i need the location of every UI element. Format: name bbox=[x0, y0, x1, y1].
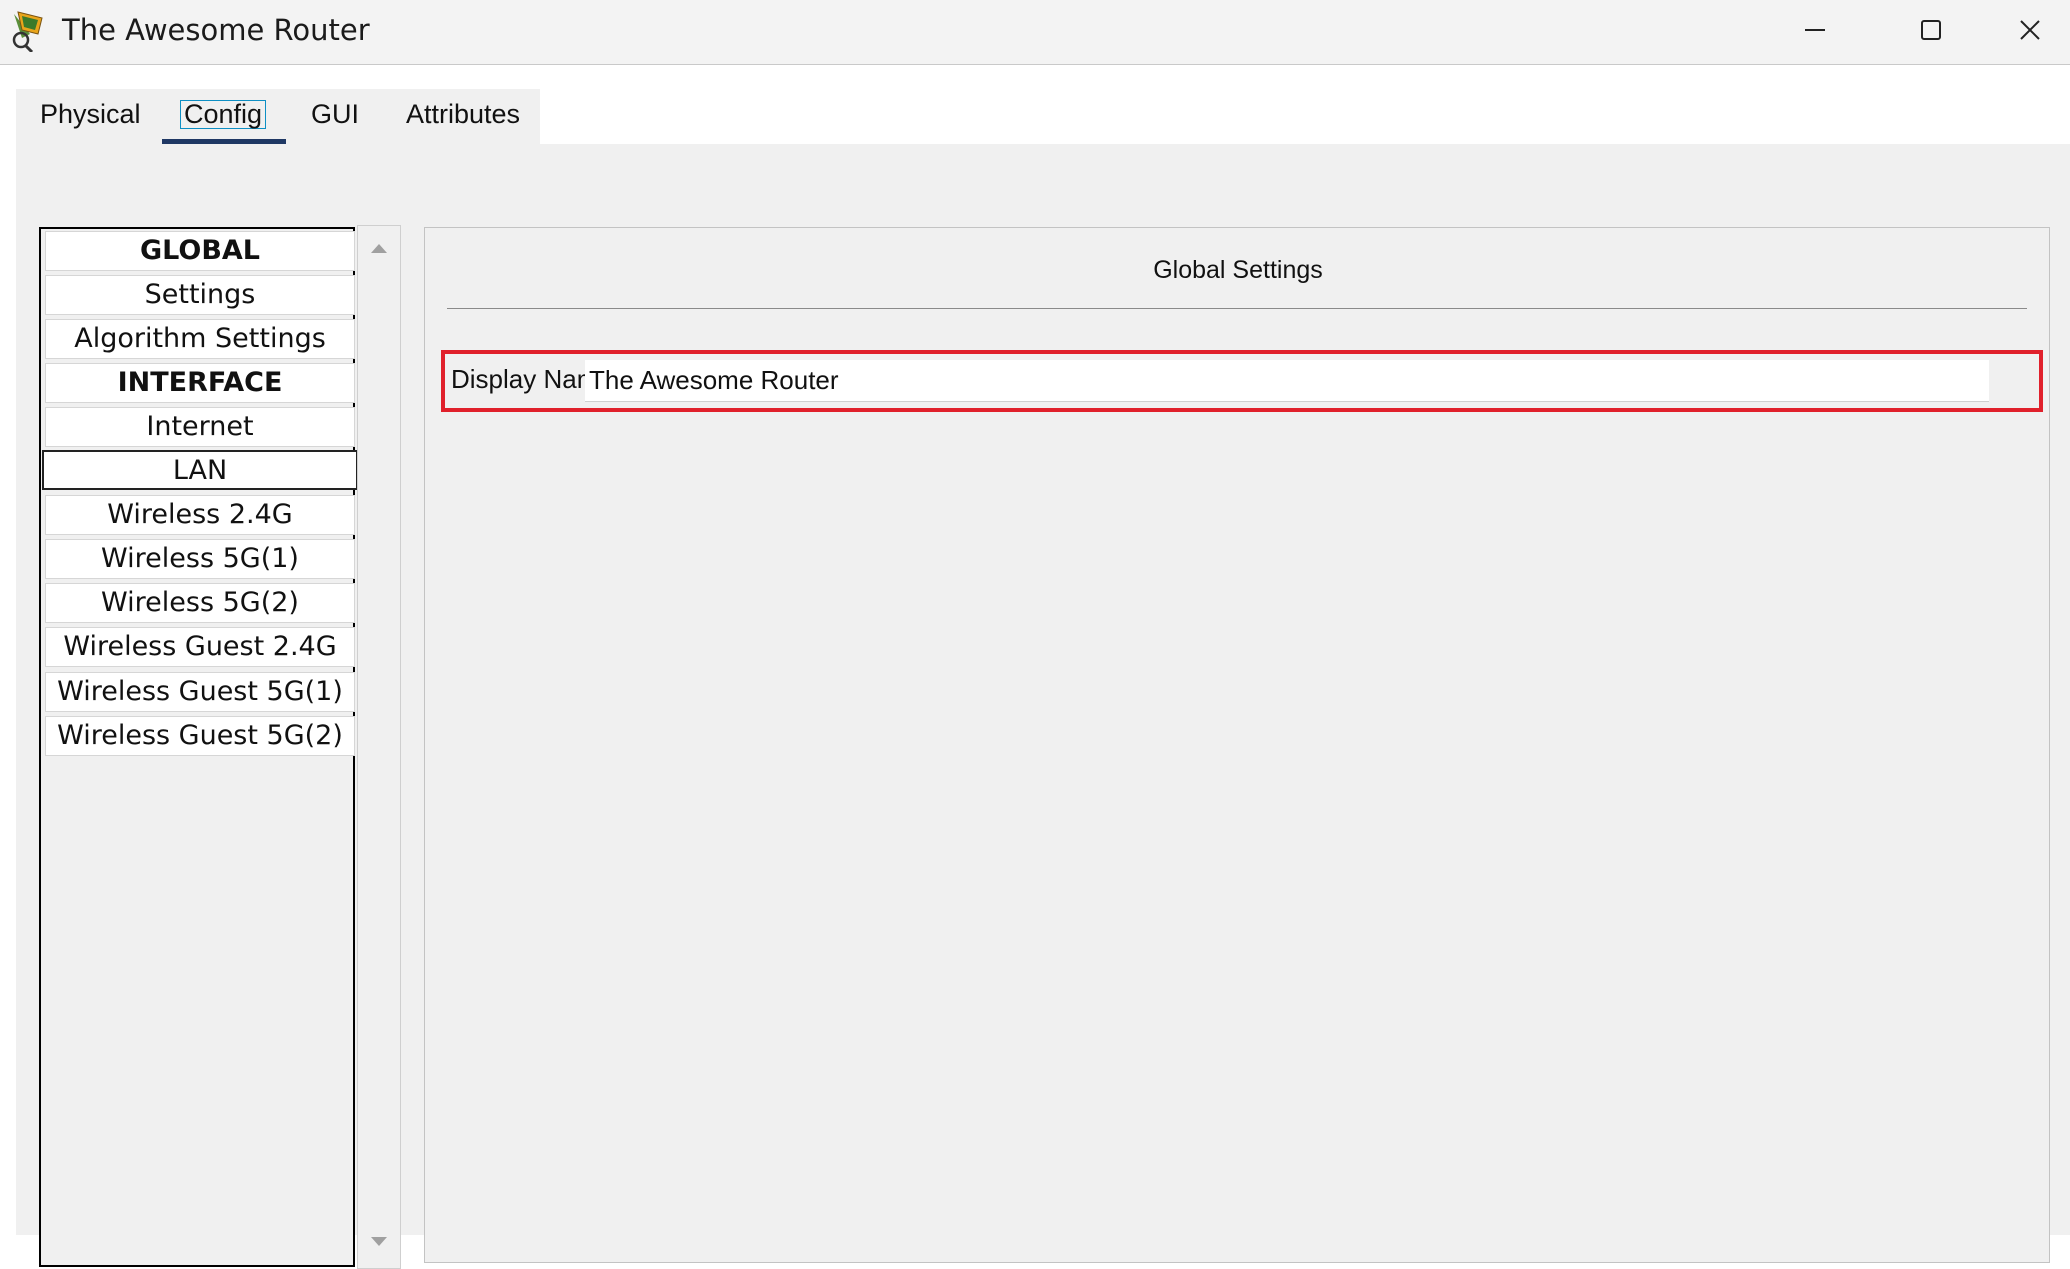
maximize-icon bbox=[1919, 18, 1943, 42]
tab-label: Config bbox=[180, 100, 267, 129]
list-item-algorithm-settings[interactable]: Algorithm Settings bbox=[45, 319, 355, 359]
display-name-input[interactable] bbox=[585, 360, 1989, 402]
nav-list-scrollbar[interactable] bbox=[357, 225, 401, 1269]
router-config-window: The Awesome Router Physical Config GUI A… bbox=[0, 0, 2070, 1269]
tab-physical[interactable]: Physical bbox=[40, 89, 141, 144]
tab-label: Physical bbox=[40, 99, 141, 129]
tab-label: GUI bbox=[311, 99, 360, 129]
tab-attributes[interactable]: Attributes bbox=[406, 89, 520, 144]
tab-config[interactable]: Config bbox=[180, 89, 267, 144]
maximize-button[interactable] bbox=[1876, 0, 1986, 60]
settings-nav-list: GLOBAL Settings Algorithm Settings INTER… bbox=[39, 227, 358, 1267]
config-content: GLOBAL Settings Algorithm Settings INTER… bbox=[16, 144, 2070, 1269]
scroll-down-arrow-icon bbox=[370, 1235, 388, 1253]
tab-gui[interactable]: GUI bbox=[311, 89, 359, 144]
list-item-wireless-guest-5g-2[interactable]: Wireless Guest 5G(2) bbox=[45, 716, 355, 756]
scroll-up-arrow-icon bbox=[370, 241, 388, 259]
window-title: The Awesome Router bbox=[62, 13, 370, 47]
router-device-icon bbox=[8, 8, 48, 54]
window-body: Physical Config GUI Attributes GLOBAL Se… bbox=[0, 65, 2070, 1269]
close-icon bbox=[2018, 18, 2042, 42]
title-bar[interactable]: The Awesome Router bbox=[0, 0, 2070, 65]
tab-label: Attributes bbox=[406, 99, 521, 129]
list-item-settings[interactable]: Settings bbox=[45, 275, 355, 315]
close-button[interactable] bbox=[1990, 0, 2070, 60]
list-item-lan[interactable]: LAN bbox=[42, 450, 358, 490]
global-settings-panel: Global Settings Display Name bbox=[424, 227, 2050, 1263]
list-item-wireless-guest-2-4g[interactable]: Wireless Guest 2.4G bbox=[45, 627, 355, 667]
list-header-global[interactable]: GLOBAL bbox=[45, 231, 355, 271]
list-item-internet[interactable]: Internet bbox=[45, 407, 355, 447]
list-item-wireless-2-4g[interactable]: Wireless 2.4G bbox=[45, 495, 355, 535]
list-item-wireless-guest-5g-1[interactable]: Wireless Guest 5G(1) bbox=[45, 672, 355, 712]
minimize-button[interactable] bbox=[1760, 0, 1870, 60]
tab-strip: Physical Config GUI Attributes bbox=[16, 89, 540, 145]
display-name-row: Display Name bbox=[441, 350, 2043, 412]
minimize-icon bbox=[1803, 18, 1827, 42]
list-item-wireless-5g-1[interactable]: Wireless 5G(1) bbox=[45, 539, 355, 579]
panel-divider bbox=[447, 308, 2027, 309]
list-item-wireless-5g-2[interactable]: Wireless 5G(2) bbox=[45, 583, 355, 623]
list-header-interface[interactable]: INTERFACE bbox=[45, 363, 355, 403]
panel-title: Global Settings bbox=[1153, 256, 1323, 284]
scroll-up-button[interactable] bbox=[358, 232, 400, 268]
scroll-down-button[interactable] bbox=[358, 1226, 400, 1262]
